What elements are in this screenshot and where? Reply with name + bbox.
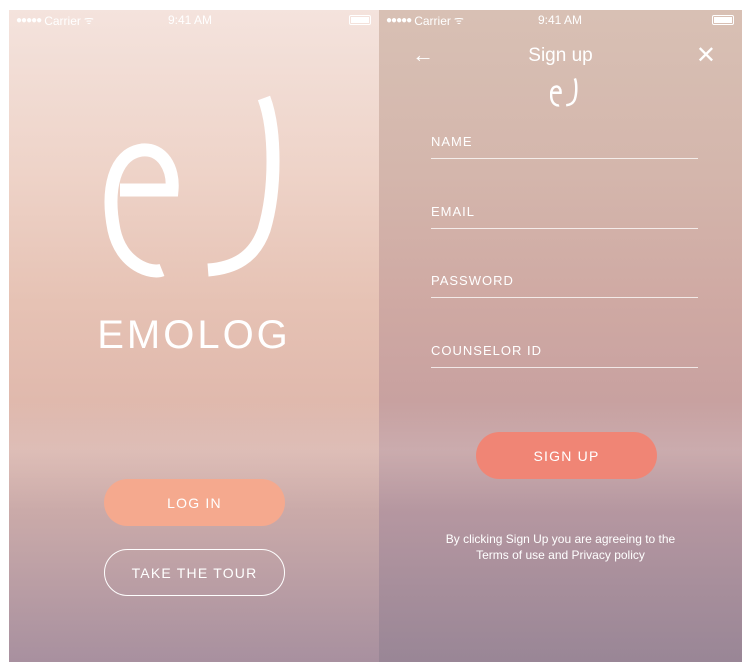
carrier-label: Carrier (414, 13, 451, 28)
counselor-id-field[interactable]: COUNSELOR ID (431, 323, 702, 369)
email-field[interactable]: EMAIL (431, 184, 702, 230)
battery-icon (349, 15, 371, 25)
name-field[interactable]: NAME (431, 114, 702, 160)
password-input[interactable] (431, 253, 702, 299)
battery-icon (712, 15, 734, 25)
take-tour-button[interactable]: TAKE THE TOUR (104, 549, 285, 596)
name-input[interactable] (431, 114, 702, 160)
terms-text: By clicking Sign Up you are agreeing to … (445, 532, 676, 546)
brand-title: EMOLOG (97, 313, 291, 357)
privacy-policy-link[interactable]: Privacy policy (572, 548, 645, 562)
signal-icon: ●●●●● (16, 15, 42, 26)
login-button[interactable]: LOG IN (104, 479, 285, 526)
close-icon[interactable]: ✕ (696, 41, 716, 70)
wifi-icon: ᯤ (83, 15, 94, 27)
signup-button[interactable]: SIGN UP (476, 432, 657, 479)
signup-nav-bar: ← Sign up ✕ (379, 40, 742, 74)
password-field[interactable]: PASSWORD (431, 253, 702, 299)
signup-screen: ●●●●● Carrier ᯤ 9:41 AM ← Sign up ✕ NAME… (379, 10, 742, 662)
terms-of-use-link[interactable]: Terms of use (476, 548, 545, 562)
terms-notice: By clicking Sign Up you are agreeing to … (379, 531, 742, 563)
status-bar: ●●●●● Carrier ᯤ 9:41 AM (379, 10, 742, 30)
ej-logo-icon (550, 78, 578, 107)
status-bar: ●●●●● Carrier ᯤ 9:41 AM (9, 10, 379, 30)
page-title: Sign up (528, 45, 593, 66)
carrier-indicator: ●●●●● Carrier ᯤ (16, 13, 94, 28)
status-time: 9:41 AM (538, 13, 583, 27)
wifi-icon: ᯤ (453, 15, 464, 27)
carrier-indicator: ●●●●● Carrier ᯤ (386, 13, 464, 28)
terms-and-text: and (544, 548, 572, 562)
counselor-id-input[interactable] (431, 323, 702, 369)
carrier-label: Carrier (44, 13, 81, 28)
welcome-screen: ●●●●● Carrier ᯤ 9:41 AM EMOLOG LOG IN TA… (9, 10, 379, 662)
email-input[interactable] (431, 184, 702, 230)
signal-icon: ●●●●● (386, 15, 412, 26)
ej-logo-icon (104, 95, 280, 278)
status-time: 9:41 AM (168, 13, 213, 27)
